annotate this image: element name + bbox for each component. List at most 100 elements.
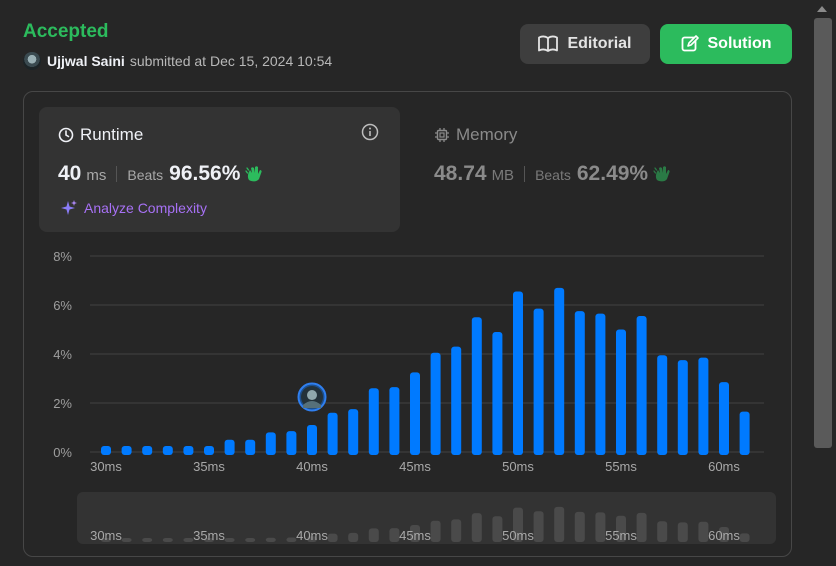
user-avatar-marker[interactable] [297,382,327,412]
range-bar [348,532,359,542]
runtime-bar[interactable] [265,432,276,455]
memory-divider [524,166,526,182]
range-bar [636,512,647,542]
submission-info: Ujjwal Saini submitted at Dec 15, 2024 1… [23,52,332,70]
runtime-bar[interactable] [142,446,153,455]
runtime-bar[interactable] [657,355,668,455]
runtime-bar[interactable] [471,317,482,455]
x-tick-label: 40ms [296,459,328,474]
y-tick-label: 0% [53,445,72,460]
runtime-bar[interactable] [389,387,400,455]
range-bar [389,528,400,542]
runtime-bar[interactable] [327,412,338,455]
runtime-bar[interactable] [492,331,503,455]
runtime-bar[interactable] [245,439,256,455]
y-tick-label: 2% [53,396,72,411]
clap-icon [245,166,263,182]
range-bar [698,521,709,542]
y-tick-label: 8% [53,249,72,264]
x-tick-label: 55ms [605,459,637,474]
range-bar [677,522,688,542]
runtime-bar[interactable] [513,291,523,455]
runtime-bar[interactable] [101,446,111,455]
runtime-beats-percent: 96.56% [169,162,241,185]
runtime-unit: ms [86,167,107,184]
scroll-up-arrow-icon[interactable] [817,6,827,12]
runtime-bar[interactable] [224,439,235,455]
chip-icon [435,128,449,142]
memory-tab[interactable]: Memory [434,125,517,145]
clap-icon [653,166,670,182]
range-bar [368,528,379,542]
editorial-button[interactable]: Editorial [520,24,650,64]
scrollbar-thumb[interactable] [814,18,832,448]
range-tick-label: 40ms [296,528,328,543]
runtime-bar[interactable] [162,446,173,455]
runtime-bar[interactable] [410,372,420,455]
range-tick-label: 35ms [193,528,225,543]
runtime-bar[interactable] [739,411,750,455]
runtime-bar[interactable] [348,409,359,455]
runtime-bar[interactable] [533,308,544,455]
range-bar [142,538,153,542]
range-bar [554,506,565,542]
runtime-bar[interactable] [698,357,709,455]
runtime-bar[interactable] [451,346,462,455]
range-bar [739,533,750,542]
range-bar [265,537,276,542]
info-icon[interactable] [361,123,379,141]
y-tick-label: 6% [53,298,72,313]
solution-label: Solution [707,35,772,52]
memory-beats-percent: 62.49% [576,162,649,185]
x-tick-label: 60ms [708,459,740,474]
user-avatar[interactable] [23,52,41,70]
runtime-bar[interactable] [677,360,688,455]
range-bar [121,538,132,542]
runtime-bar[interactable] [121,446,132,455]
x-axis-labels: 30ms 35ms 40ms 45ms 50ms 55ms 60ms [90,459,740,474]
runtime-title-label: Runtime [80,125,144,144]
clock-icon [58,127,74,143]
range-bar [533,511,544,542]
book-icon [538,35,559,52]
y-axis-labels: 0% 2% 4% 6% 8% [53,249,72,460]
range-bar [657,521,668,542]
runtime-bar[interactable] [719,382,729,455]
edit-icon [681,35,699,52]
range-tick-label: 30ms [90,528,122,543]
runtime-bar[interactable] [204,446,214,455]
analyze-label: Analyze Complexity [84,200,207,216]
range-tick-label: 50ms [502,528,534,543]
memory-value: 48.74 [434,162,487,185]
runtime-bar[interactable] [286,431,297,455]
solution-button[interactable]: Solution [660,24,792,64]
range-bar [224,538,235,542]
runtime-bar[interactable] [554,287,565,455]
range-bar [430,520,441,542]
submitted-time: submitted at Dec 15, 2024 10:54 [129,53,333,69]
runtime-bar[interactable] [636,316,647,455]
runtime-metric: 40 ms Beats 96.56% [58,162,265,186]
runtime-bar[interactable] [430,352,441,455]
x-tick-label: 50ms [502,459,534,474]
runtime-bar[interactable] [307,425,317,455]
memory-unit: MB [491,167,515,184]
runtime-bar[interactable] [368,388,379,455]
x-tick-label: 45ms [399,459,431,474]
range-bar [451,519,462,542]
range-tick-label: 45ms [399,528,431,543]
range-bar [574,511,585,542]
runtime-bar[interactable] [183,446,194,455]
runtime-beats-label: Beats [127,167,164,183]
runtime-value: 40 [58,162,82,185]
username-link[interactable]: Ujjwal Saini [47,53,125,69]
runtime-bar[interactable] [616,329,626,456]
chart-bars [101,287,750,456]
runtime-bar[interactable] [595,313,606,455]
sparkle-icon [61,200,77,215]
range-bar [471,513,482,542]
runtime-bar[interactable] [574,311,585,455]
x-tick-label: 30ms [90,459,122,474]
runtime-title: Runtime [58,125,143,145]
analyze-complexity-link[interactable]: Analyze Complexity [60,199,207,217]
